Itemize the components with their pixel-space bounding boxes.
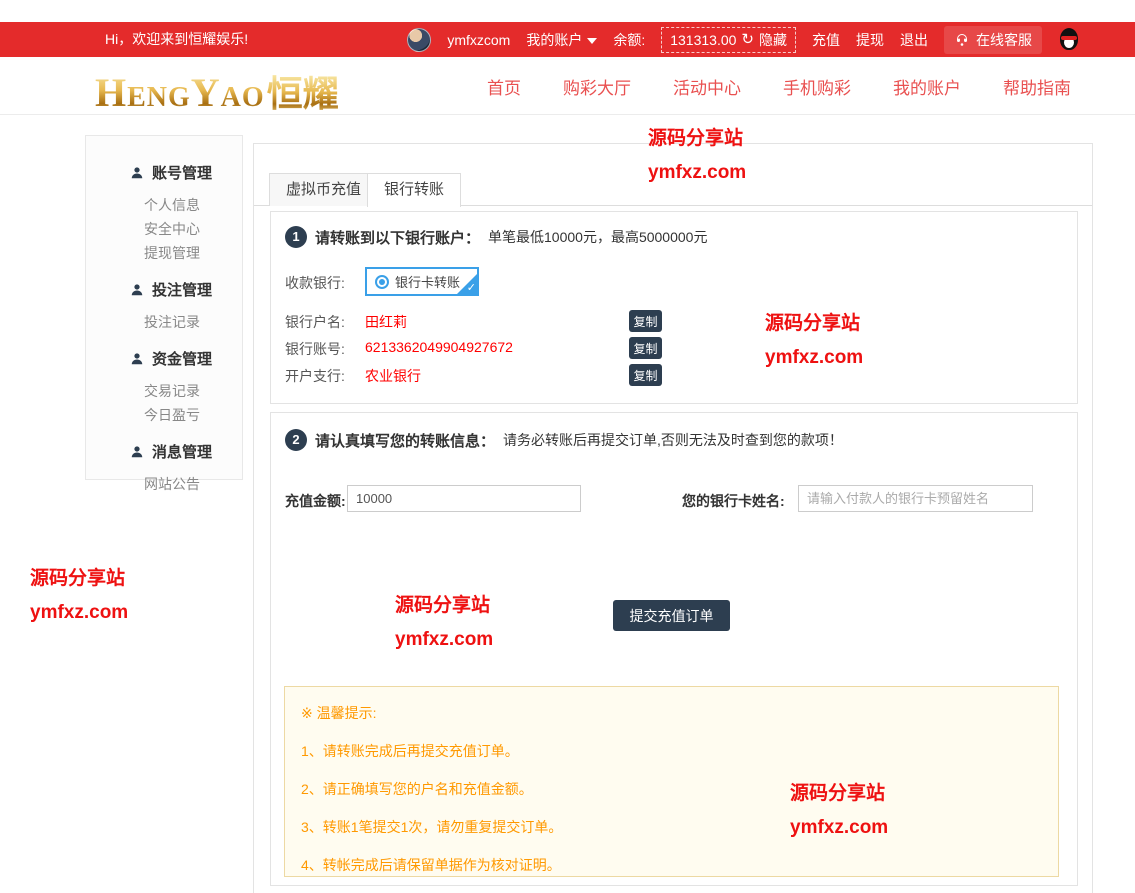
topbar: Hi，欢迎来到恒耀娱乐! ymfxzcom 我的账户 余额: 131313.00… (0, 22, 1135, 57)
submit-recharge-order-button[interactable]: 提交充值订单 (613, 600, 730, 631)
headset-icon (954, 32, 970, 48)
refresh-icon[interactable]: ↻ (741, 32, 754, 47)
bank-branch-value: 农业银行 (365, 366, 421, 386)
recharge-tabs: 虚拟币充值 银行转账 (254, 173, 1092, 206)
step1-heading: 1 请转账到以下银行账户： 单笔最低10000元，最高5000000元 (285, 226, 707, 248)
step1-box: 1 请转账到以下银行账户： 单笔最低10000元，最高5000000元 收款银行… (270, 211, 1078, 404)
nav-my-account[interactable]: 我的账户 (893, 74, 961, 99)
chevron-down-icon (587, 38, 597, 44)
sidebar-item-withdraw-manage[interactable]: 提现管理 (144, 241, 242, 265)
bank-account-name-label: 银行户名: (285, 312, 345, 332)
nav-mobile-lottery[interactable]: 手机购彩 (783, 74, 851, 99)
recharge-amount-label: 充值金额: (285, 491, 346, 511)
withdraw-link[interactable]: 提现 (856, 30, 884, 50)
copy-account-number-button[interactable]: 复制 (629, 337, 662, 359)
tab-bank-transfer[interactable]: 银行转账 (367, 173, 461, 207)
balance-value: 131313.00 (670, 32, 736, 48)
nav-activity-center[interactable]: 活动中心 (673, 74, 741, 99)
recharge-amount-input[interactable] (347, 485, 581, 512)
tips-item-3: 3、转账1笔提交1次，请勿重复提交订单。 (301, 817, 1058, 837)
sidebar: 账号管理 个人信息 安全中心 提现管理 投注管理 投注记录 资金管理 交易记录 … (85, 135, 243, 480)
step2-number: 2 (285, 429, 307, 451)
main-panel: 虚拟币充值 银行转账 1 请转账到以下银行账户： 单笔最低10000元，最高50… (253, 143, 1093, 893)
tips-item-4: 4、转帐完成后请保留单据作为核对证明。 (301, 855, 1058, 875)
bank-account-number-label: 银行账号: (285, 339, 345, 359)
logo-text-cn: 恒耀 (267, 74, 339, 114)
user-icon (130, 166, 144, 180)
user-avatar[interactable] (407, 28, 431, 52)
watermark: 源码分享站ymfxz.com (30, 562, 128, 630)
sidebar-group-account[interactable]: 账号管理 (130, 162, 242, 183)
my-account-dropdown[interactable]: 我的账户 (526, 30, 597, 50)
user-icon (130, 352, 144, 366)
balance-box: 131313.00 ↻ 隐藏 (661, 27, 796, 53)
bank-account-name-value: 田红莉 (365, 312, 407, 332)
tab-virtual-coin-recharge[interactable]: 虚拟币充值 (269, 173, 378, 206)
sidebar-item-security-center[interactable]: 安全中心 (144, 217, 242, 241)
nav-home[interactable]: 首页 (487, 74, 521, 99)
receiving-bank-label: 收款银行: (285, 273, 345, 293)
username-link[interactable]: ymfxzcom (447, 32, 510, 48)
tips-item-2: 2、请正确填写您的户名和充值金额。 (301, 779, 1058, 799)
hide-balance-button[interactable]: 隐藏 (759, 30, 787, 50)
copy-branch-button[interactable]: 复制 (629, 364, 662, 386)
topbar-right: ymfxzcom 我的账户 余额: 131313.00 ↻ 隐藏 充值 提现 退… (407, 22, 1080, 57)
nav-help-guide[interactable]: 帮助指南 (1003, 74, 1071, 99)
site-logo[interactable]: HengYao恒耀 (95, 65, 339, 117)
sidebar-item-personal-info[interactable]: 个人信息 (144, 193, 242, 217)
recharge-link[interactable]: 充值 (812, 30, 840, 50)
sidebar-item-site-announcement[interactable]: 网站公告 (144, 472, 242, 496)
bank-card-name-input[interactable] (798, 485, 1033, 512)
bank-branch-label: 开户支行: (285, 366, 345, 386)
sidebar-group-betting[interactable]: 投注管理 (130, 279, 242, 300)
bank-card-name-label: 您的银行卡姓名: (682, 491, 785, 511)
sidebar-item-transaction-records[interactable]: 交易记录 (144, 379, 242, 403)
warm-tips-box: ※ 温馨提示: 1、请转账完成后再提交充值订单。 2、请正确填写您的户名和充值金… (284, 686, 1059, 877)
main-nav: 首页 购彩大厅 活动中心 手机购彩 我的账户 帮助指南 (487, 57, 1071, 115)
tips-item-1: 1、请转账完成后再提交充值订单。 (301, 741, 1058, 761)
user-icon (130, 445, 144, 459)
qq-icon[interactable] (1058, 28, 1080, 52)
sidebar-item-today-profit[interactable]: 今日盈亏 (144, 403, 242, 427)
welcome-text: Hi，欢迎来到恒耀娱乐! (105, 22, 248, 57)
tips-title: ※ 温馨提示: (301, 703, 1058, 723)
bank-account-number-value: 6213362049904927672 (365, 339, 513, 355)
step2-box: 2 请认真填写您的转账信息： 请务必转账后再提交订单,否则无法及时查到您的款项！… (270, 412, 1078, 886)
bank-card-transfer-option[interactable]: 银行卡转账 ✓ (365, 267, 479, 296)
copy-account-name-button[interactable]: 复制 (629, 310, 662, 332)
sidebar-group-funds[interactable]: 资金管理 (130, 348, 242, 369)
user-icon (130, 283, 144, 297)
page: Hi，欢迎来到恒耀娱乐! ymfxzcom 我的账户 余额: 131313.00… (0, 0, 1135, 893)
sidebar-group-messages[interactable]: 消息管理 (130, 441, 242, 462)
step2-heading: 2 请认真填写您的转账信息： 请务必转账后再提交订单,否则无法及时查到您的款项！ (285, 429, 843, 451)
site-header: HengYao恒耀 首页 购彩大厅 活动中心 手机购彩 我的账户 帮助指南 (0, 57, 1135, 115)
check-icon: ✓ (467, 282, 476, 294)
nav-lottery-hall[interactable]: 购彩大厅 (563, 74, 631, 99)
radio-selected-icon (375, 275, 389, 289)
logo-text-en: HengYao (95, 70, 265, 115)
step1-number: 1 (285, 226, 307, 248)
online-service-button[interactable]: 在线客服 (944, 26, 1042, 54)
sidebar-item-bet-records[interactable]: 投注记录 (144, 310, 242, 334)
logout-link[interactable]: 退出 (900, 30, 928, 50)
balance-label: 余额: (613, 30, 645, 50)
